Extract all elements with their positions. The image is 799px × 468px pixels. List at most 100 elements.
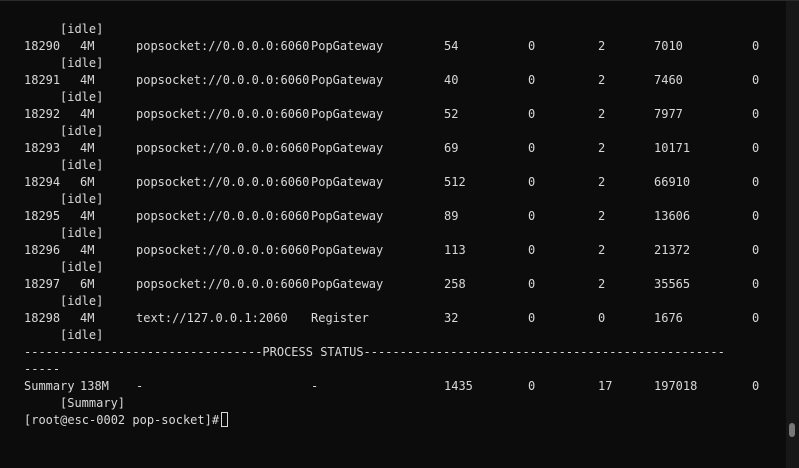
- process-timers: 2: [598, 243, 606, 257]
- process-connections: 89: [444, 209, 459, 223]
- row-status-line: [idle]: [0, 191, 786, 208]
- row-status-line: [idle]: [0, 89, 786, 106]
- process-timers: 2: [598, 107, 606, 121]
- process-status-separator-wrap: -----: [24, 362, 61, 376]
- table-row: 18298 4M text://127.0.0.1:2060 Register 32 0 0…: [0, 310, 786, 327]
- process-pid: 18298: [24, 311, 61, 325]
- process-pid: 18291: [24, 73, 61, 87]
- process-listening: popsocket://0.0.0.0:6060: [136, 39, 310, 53]
- row-status-line: [idle]: [0, 327, 786, 344]
- process-status: [idle]: [60, 90, 104, 104]
- window-top-border: [0, 0, 799, 1]
- process-status-separator: ---------------------------------PROCESS…: [24, 345, 725, 359]
- scrollbar-thumb[interactable]: [789, 423, 795, 437]
- summary-row: Summary 138M - - 1435 0 17 197018 0: [0, 378, 786, 395]
- process-qps: 0: [752, 311, 760, 325]
- process-connections: 113: [444, 243, 466, 257]
- process-status: [idle]: [60, 294, 104, 308]
- process-pid: 18297: [24, 277, 61, 291]
- summary-total-request: 197018: [654, 379, 698, 393]
- process-status: [idle]: [60, 226, 104, 240]
- process-pid: 18294: [24, 175, 61, 189]
- process-listening: popsocket://0.0.0.0:6060: [136, 175, 310, 189]
- process-fail: 0: [528, 73, 536, 87]
- vertical-scrollbar[interactable]: [786, 0, 799, 468]
- process-memory: 6M: [80, 175, 95, 189]
- prompt-line[interactable]: [root@esc-0002 pop-socket]#: [0, 412, 786, 429]
- process-total-request: 66910: [654, 175, 691, 189]
- process-qps: 0: [752, 209, 760, 223]
- process-memory: 4M: [80, 209, 95, 223]
- process-name: Register: [311, 311, 369, 325]
- row-status-line: [idle]: [0, 225, 786, 242]
- process-listening: popsocket://0.0.0.0:6060: [136, 243, 310, 257]
- table-row: 18293 4M popsocket://0.0.0.0:6060 PopGatewa…: [0, 140, 786, 157]
- summary-status-line: [Summary]: [0, 395, 786, 412]
- terminal-window[interactable]: [idle] 18290 4M popsocket://0.0.0.0:6060 Po…: [0, 0, 786, 468]
- process-listening: popsocket://0.0.0.0:6060: [136, 73, 310, 87]
- process-listening: popsocket://0.0.0.0:6060: [136, 107, 310, 121]
- process-fail: 0: [528, 107, 536, 121]
- process-status: [idle]: [60, 192, 104, 206]
- process-fail: 0: [528, 141, 536, 155]
- process-status: [idle]: [60, 124, 104, 138]
- process-timers: 2: [598, 209, 606, 223]
- shell-prompt-wrapper[interactable]: [root@esc-0002 pop-socket]#: [24, 412, 229, 429]
- table-row: 18294 6M popsocket://0.0.0.0:6060 PopGatewa…: [0, 174, 786, 191]
- process-qps: 0: [752, 73, 760, 87]
- process-total-request: 7460: [654, 73, 683, 87]
- process-fail: 0: [528, 39, 536, 53]
- process-name: PopGateway: [311, 243, 384, 257]
- summary-fail: 0: [528, 379, 536, 393]
- table-row: 18295 4M popsocket://0.0.0.0:6060 PopGatewa…: [0, 208, 786, 225]
- process-status: [idle]: [60, 260, 104, 274]
- process-name: PopGateway: [311, 73, 384, 87]
- process-pid: 18292: [24, 107, 61, 121]
- process-connections: 54: [444, 39, 459, 53]
- process-total-request: 1676: [654, 311, 683, 325]
- process-timers: 2: [598, 175, 606, 189]
- row-status-line: [idle]: [0, 259, 786, 276]
- text-cursor[interactable]: [221, 412, 229, 427]
- process-memory: 4M: [80, 243, 95, 257]
- process-fail: 0: [528, 243, 536, 257]
- process-total-request: 21372: [654, 243, 691, 257]
- shell-prompt: [root@esc-0002 pop-socket]#: [24, 413, 220, 427]
- process-pid: 18290: [24, 39, 61, 53]
- separator-line: ---------------------------------PROCESS…: [0, 344, 786, 361]
- process-memory: 4M: [80, 107, 95, 121]
- process-name: PopGateway: [311, 175, 384, 189]
- process-name: PopGateway: [311, 277, 384, 291]
- status-line: [idle]: [0, 21, 786, 38]
- process-memory: 4M: [80, 73, 95, 87]
- process-connections: 32: [444, 311, 459, 325]
- table-row: 18297 6M popsocket://0.0.0.0:6060 PopGatewa…: [0, 276, 786, 293]
- summary-name: -: [311, 379, 319, 393]
- process-fail: 0: [528, 277, 536, 291]
- table-row: 18292 4M popsocket://0.0.0.0:6060 PopGatewa…: [0, 106, 786, 123]
- table-row: 18291 4M popsocket://0.0.0.0:6060 PopGatewa…: [0, 72, 786, 89]
- process-qps: 0: [752, 243, 760, 257]
- process-total-request: 7010: [654, 39, 683, 53]
- process-pid: 18296: [24, 243, 61, 257]
- process-status: [idle]: [60, 328, 104, 342]
- process-memory: 4M: [80, 311, 95, 325]
- process-memory: 4M: [80, 39, 95, 53]
- process-total-request: 10171: [654, 141, 691, 155]
- process-qps: 0: [752, 175, 760, 189]
- process-qps: 0: [752, 39, 760, 53]
- row-status-line: [idle]: [0, 293, 786, 310]
- summary-memory: 138M: [80, 379, 109, 393]
- process-total-request: 7977: [654, 107, 683, 121]
- process-status: [idle]: [60, 158, 104, 172]
- process-timers: 0: [598, 311, 606, 325]
- process-fail: 0: [528, 311, 536, 325]
- process-listening: popsocket://0.0.0.0:6060: [136, 277, 310, 291]
- process-pid: 18295: [24, 209, 61, 223]
- summary-status: [Summary]: [60, 396, 126, 410]
- process-listening: popsocket://0.0.0.0:6060: [136, 209, 310, 223]
- process-connections: 52: [444, 107, 459, 121]
- process-memory: 4M: [80, 141, 95, 155]
- summary-connections: 1435: [444, 379, 473, 393]
- summary-label: Summary: [24, 379, 75, 393]
